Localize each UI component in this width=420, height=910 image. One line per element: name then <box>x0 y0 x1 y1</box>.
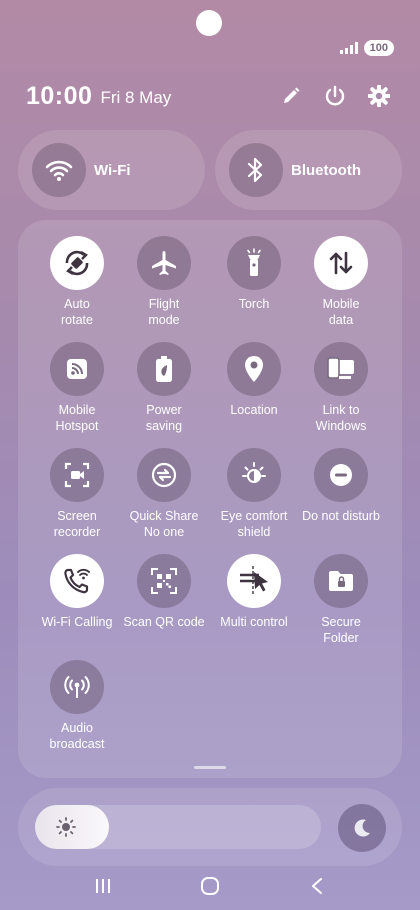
panel-drag-handle[interactable] <box>194 766 226 769</box>
clock-time: 10:00 <box>26 81 93 110</box>
quick-settings-panel: 100 10:00 Fri 8 May Wi-Fi Bluetooth Auto <box>0 0 420 910</box>
qr-code-icon <box>137 554 191 608</box>
tile-label: Flight mode <box>148 297 180 327</box>
multi-control-icon <box>227 554 281 608</box>
power-saving-icon <box>137 342 191 396</box>
wifi-calling-icon <box>50 554 104 608</box>
location-icon <box>227 342 281 396</box>
tile-label: Mobile Hotspot <box>55 403 99 433</box>
tile-location[interactable]: Location <box>207 342 301 418</box>
tile-hotspot[interactable]: Mobile Hotspot <box>30 342 124 434</box>
back-icon[interactable] <box>302 871 332 901</box>
bluetooth-toggle[interactable]: Bluetooth <box>215 130 402 210</box>
tile-link-to-windows[interactable]: Link to Windows <box>294 342 388 434</box>
recent-apps-icon[interactable] <box>88 871 118 901</box>
quick-share-icon <box>137 448 191 502</box>
tile-label: Link to Windows <box>315 403 367 433</box>
auto-rotate-icon <box>50 236 104 290</box>
wifi-label: Wi-Fi <box>94 161 131 179</box>
navigation-bar <box>0 868 420 904</box>
tile-label: Eye comfort shield <box>220 509 288 539</box>
tile-label: Location <box>230 403 278 417</box>
tile-label: Secure Folder <box>321 615 361 645</box>
torch-icon <box>227 236 281 290</box>
tile-label: Do not disturb <box>302 509 380 523</box>
tile-multi-control[interactable]: Multi control <box>207 554 301 630</box>
tile-label: Mobile data <box>322 297 360 327</box>
settings-gear-icon[interactable] <box>368 85 390 107</box>
tile-quick-share[interactable]: Quick Share No one <box>117 448 211 540</box>
link-to-windows-icon <box>314 342 368 396</box>
header-row: 10:00 Fri 8 May <box>26 78 390 114</box>
brightness-bar <box>18 788 402 866</box>
tile-mobile-data[interactable]: Mobile data <box>294 236 388 328</box>
tile-do-not-disturb[interactable]: Do not disturb <box>294 448 388 524</box>
screen-recorder-icon <box>50 448 104 502</box>
tile-airplane[interactable]: Flight mode <box>117 236 211 328</box>
status-bar: 100 <box>339 40 394 56</box>
battery-badge: 100 <box>363 40 394 56</box>
mobile-data-icon <box>314 236 368 290</box>
dark-mode-moon-icon[interactable] <box>338 804 386 852</box>
tile-audio-broadcast[interactable]: Audio broadcast <box>30 660 124 752</box>
tile-label: Multi control <box>220 615 288 629</box>
bluetooth-icon <box>229 143 283 197</box>
tile-torch[interactable]: Torch <box>207 236 301 312</box>
tile-label: Wi-Fi Calling <box>41 615 113 629</box>
do-not-disturb-icon <box>314 448 368 502</box>
tile-auto-rotate[interactable]: Auto rotate <box>30 236 124 328</box>
power-icon[interactable] <box>324 85 346 107</box>
camera-cutout <box>196 10 222 36</box>
wifi-icon <box>32 143 86 197</box>
tile-power-saving[interactable]: Power saving <box>117 342 211 434</box>
tile-wifi-calling[interactable]: Wi-Fi Calling <box>30 554 124 630</box>
tile-label: Audio broadcast <box>49 721 105 751</box>
eye-comfort-icon <box>227 448 281 502</box>
tile-label: Torch <box>238 297 270 311</box>
tile-secure-folder[interactable]: Secure Folder <box>294 554 388 646</box>
hotspot-icon <box>50 342 104 396</box>
tile-label: Screen recorder <box>53 509 101 539</box>
clock-date: Fri 8 May <box>100 88 172 107</box>
airplane-icon <box>137 236 191 290</box>
tile-label: Power saving <box>145 403 183 433</box>
tile-screen-recorder[interactable]: Screen recorder <box>30 448 124 540</box>
tile-label: Scan QR code <box>123 615 205 629</box>
brightness-slider[interactable] <box>35 805 321 849</box>
wifi-toggle[interactable]: Wi-Fi <box>18 130 205 210</box>
bluetooth-label: Bluetooth <box>291 161 361 179</box>
tile-qr-code[interactable]: Scan QR code <box>117 554 211 630</box>
brightness-fill <box>35 805 110 849</box>
secure-folder-icon <box>314 554 368 608</box>
edit-pencil-icon[interactable] <box>280 85 302 107</box>
sun-icon <box>56 817 76 837</box>
audio-broadcast-icon <box>50 660 104 714</box>
home-icon[interactable] <box>195 871 225 901</box>
tile-label: Quick Share No one <box>129 509 199 539</box>
tile-label: Auto rotate <box>61 297 93 327</box>
tile-eye-comfort[interactable]: Eye comfort shield <box>207 448 301 540</box>
signal-bars-icon <box>339 42 358 54</box>
